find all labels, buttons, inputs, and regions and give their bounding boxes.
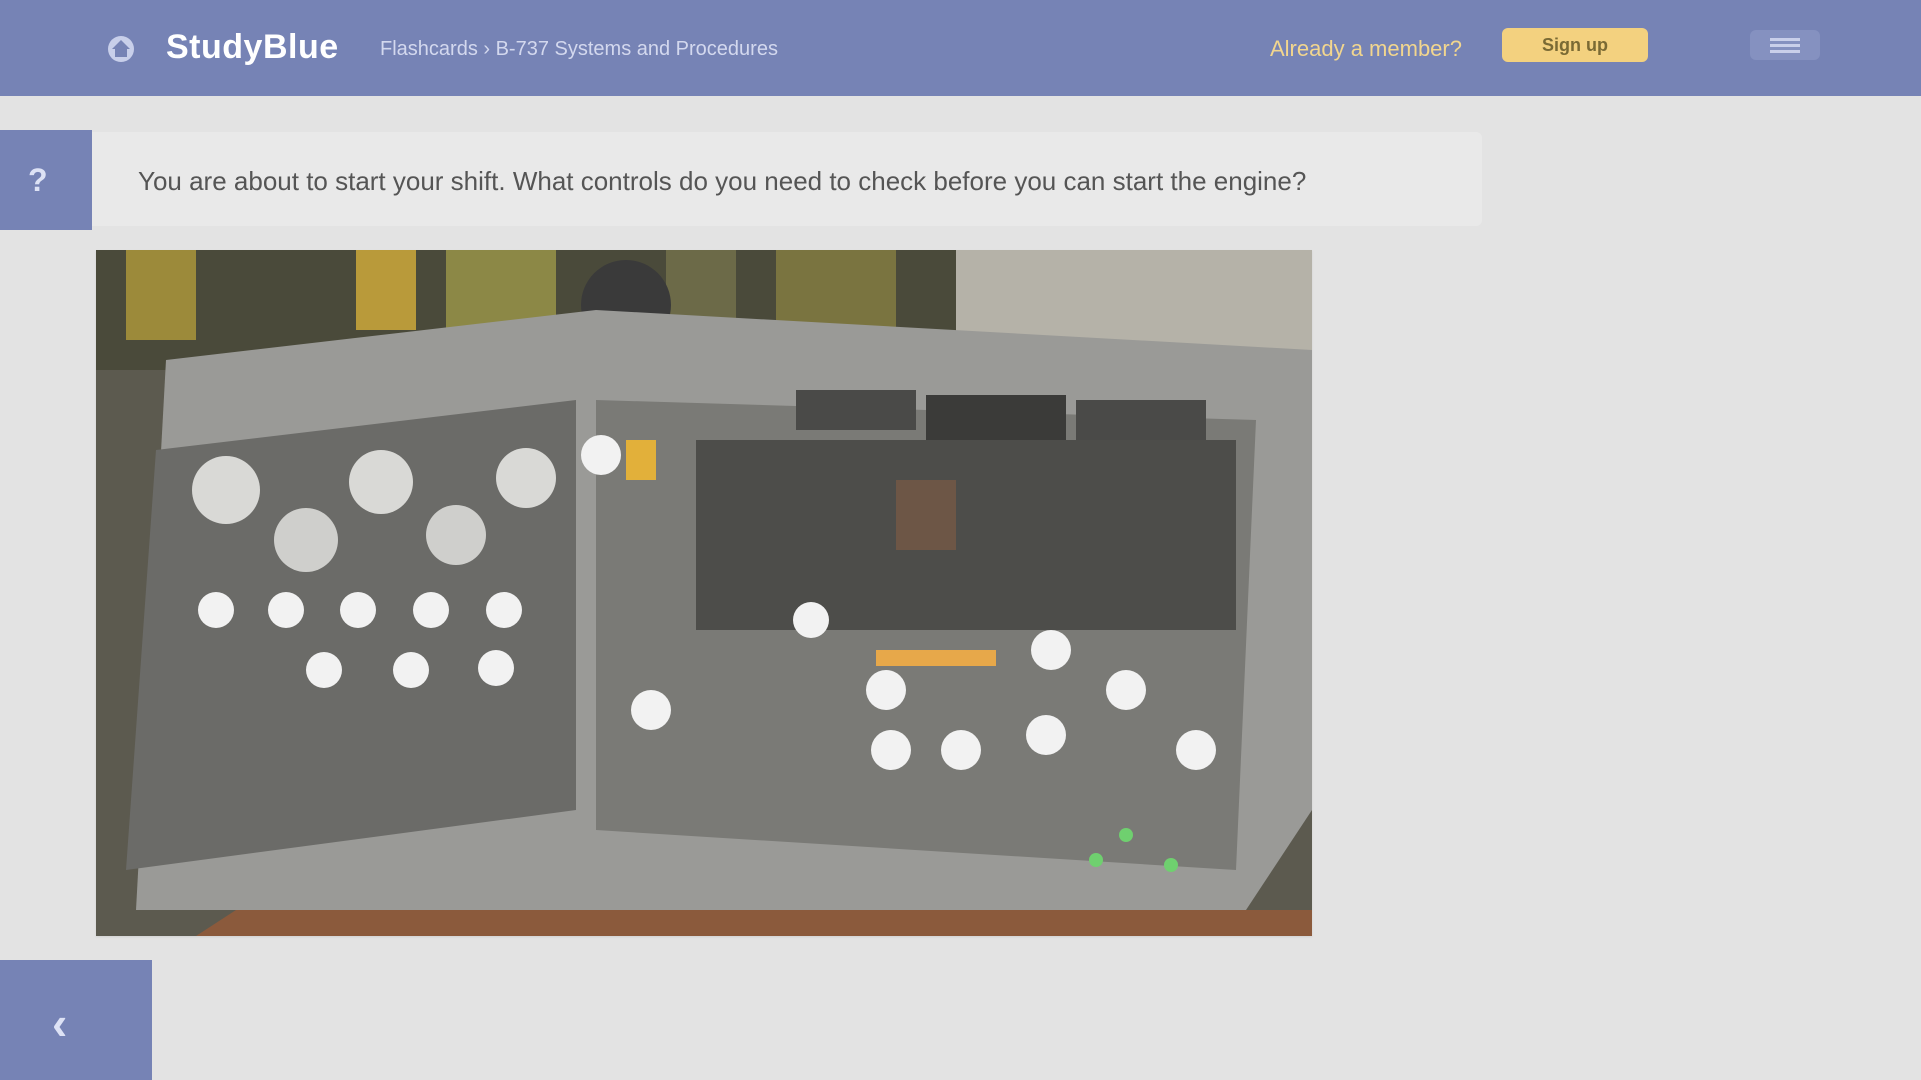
previous-card-button[interactable]: ‹ — [0, 960, 152, 1080]
control-panel-photo — [96, 250, 1312, 936]
control-panel-illustration — [96, 250, 1312, 936]
question-card: You are about to start your shift. What … — [92, 132, 1482, 226]
breadcrumb[interactable]: Flashcards › B-737 Systems and Procedure… — [380, 38, 778, 61]
menu-button[interactable] — [1750, 30, 1820, 60]
signup-button[interactable]: Sign up — [1502, 28, 1648, 62]
brand-logo[interactable]: StudyBlue — [166, 28, 339, 67]
home-icon[interactable] — [106, 34, 136, 64]
question-text: You are about to start your shift. What … — [138, 166, 1307, 196]
chevron-left-icon: ‹ — [52, 997, 68, 1049]
hamburger-menu-icon — [1770, 38, 1800, 41]
question-badge: ? — [0, 130, 92, 230]
top-bar: StudyBlue Flashcards › B-737 Systems and… — [0, 0, 1921, 96]
login-link[interactable]: Already a member? — [1270, 36, 1462, 62]
question-icon: ? — [28, 162, 48, 198]
